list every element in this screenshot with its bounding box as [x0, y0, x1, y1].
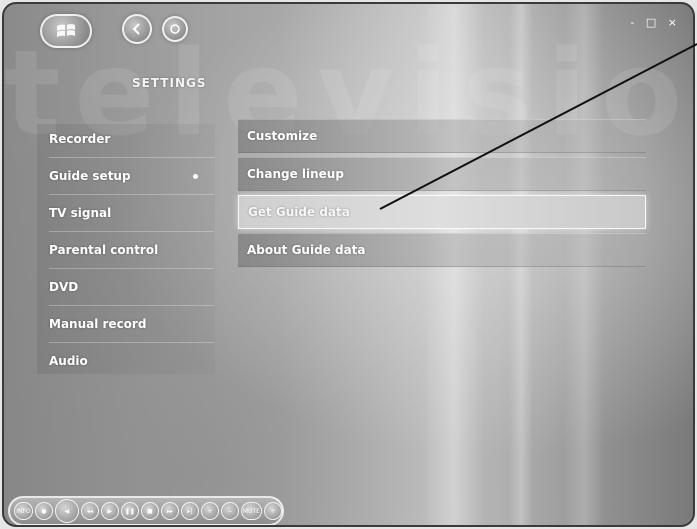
left-menu-item-tv-signal[interactable]: TV signal [49, 195, 214, 232]
left-menu-item-label: Manual record [49, 317, 147, 331]
page-title: SETTINGS [132, 76, 207, 90]
back-button[interactable] [122, 14, 152, 44]
left-menu-item-parental-control[interactable]: Parental control [49, 232, 214, 269]
volume-plus-icon: + [270, 507, 276, 515]
left-menu-item-label: Audio [49, 354, 88, 368]
play-button[interactable]: ▶ [100, 502, 119, 520]
option-get-guide-data[interactable]: Get Guide data [238, 195, 646, 229]
info-button[interactable]: INFO [14, 502, 33, 520]
play-icon: ▶ [107, 507, 113, 515]
left-menu-item-dvd[interactable]: DVD [49, 269, 214, 306]
pause-button[interactable]: ❚❚ [120, 502, 139, 520]
media-center-window: television - □ × [2, 2, 695, 527]
channel-plus-button[interactable]: + [200, 502, 219, 520]
left-menu-item-audio[interactable]: Audio [49, 343, 214, 379]
option-label: Customize [247, 129, 318, 143]
rewind-button[interactable]: ◂◂ [80, 502, 99, 520]
forward-icon: ▸▸ [166, 507, 173, 515]
option-label: Get Guide data [248, 205, 350, 219]
option-label: Change lineup [247, 167, 344, 181]
top-controls [22, 8, 212, 48]
left-menu-item-label: TV signal [49, 206, 112, 220]
guide-setup-options: Customize Change lineup Get Guide data A… [238, 119, 646, 271]
volume-plus-button[interactable]: + [264, 502, 282, 520]
back-arrow-icon [132, 23, 140, 35]
back-icon: ◀ [64, 507, 70, 515]
home-icon [170, 24, 180, 34]
record-icon: ● [41, 507, 47, 515]
stop-button[interactable]: ■ [140, 502, 159, 520]
skip-button[interactable]: ▸| [180, 502, 199, 520]
volume-minus-icon: − [227, 507, 233, 515]
stop-icon: ■ [147, 507, 153, 515]
skip-icon: ▸| [187, 507, 193, 515]
left-menu-item-label: DVD [49, 280, 79, 294]
page: television - □ × [0, 0, 697, 529]
windows-logo-icon [57, 24, 75, 37]
mute-icon: MUTE [242, 507, 260, 515]
left-menu-item-guide-setup[interactable]: Guide setup [49, 158, 214, 195]
rewind-icon: ◂◂ [86, 507, 93, 515]
mute-button[interactable]: MUTE [240, 502, 262, 520]
volume-minus-button[interactable]: − [220, 502, 239, 520]
left-menu-item-label: Parental control [49, 243, 159, 257]
start-button[interactable] [40, 14, 92, 48]
forward-button[interactable]: ▸▸ [160, 502, 179, 520]
back-transport-button[interactable]: ◀ [54, 499, 79, 523]
option-label: About Guide data [247, 243, 366, 257]
left-menu: Recorder Guide setup TV signal Parental … [49, 121, 214, 379]
pause-icon: ❚❚ [124, 507, 135, 515]
home-button[interactable] [162, 16, 188, 42]
transport-controls: INFO ● ◀ ◂◂ ▶ ❚❚ ■ ▸▸ ▸| + − MUTE + [8, 496, 284, 525]
channel-plus-icon: + [207, 507, 213, 515]
info-icon: INFO [16, 507, 31, 515]
left-menu-item-label: Recorder [49, 132, 111, 146]
option-about-guide-data[interactable]: About Guide data [238, 233, 646, 267]
window-control-buttons[interactable]: - □ × [630, 16, 681, 29]
option-customize[interactable]: Customize [238, 119, 646, 153]
left-menu-item-recorder[interactable]: Recorder [49, 121, 214, 158]
option-change-lineup[interactable]: Change lineup [238, 157, 646, 191]
left-menu-item-manual-record[interactable]: Manual record [49, 306, 214, 343]
selected-bullet-icon [193, 173, 198, 179]
left-menu-item-label: Guide setup [49, 169, 131, 183]
record-button[interactable]: ● [34, 502, 53, 520]
